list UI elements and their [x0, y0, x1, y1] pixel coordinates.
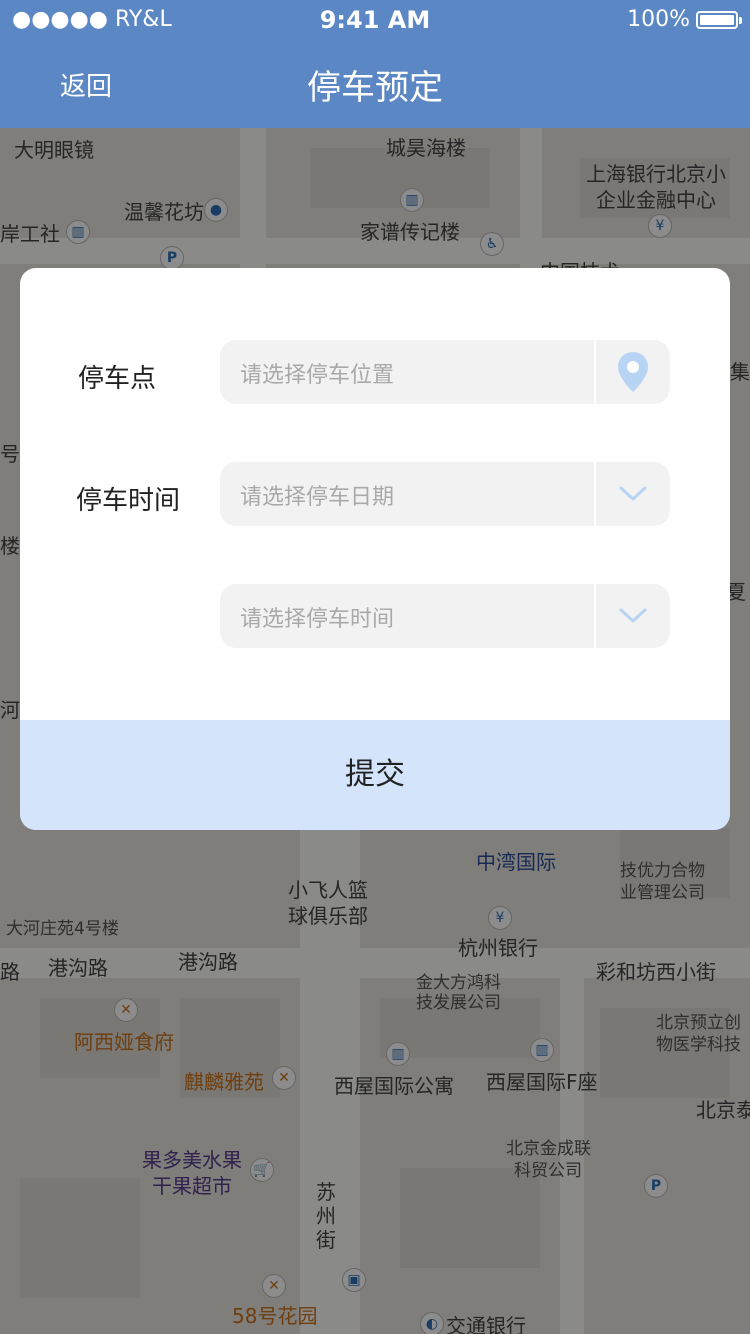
parking-time-placeholder: 请选择停车时间 — [240, 607, 395, 632]
parking-time-label: 停车时间 — [76, 486, 181, 516]
parking-spot-label: 停车点 — [78, 364, 157, 394]
status-bar: ●●●●● RY&L 9:41 AM 100% — [0, 0, 750, 40]
parking-location-placeholder: 请选择停车位置 — [240, 363, 395, 388]
parking-location-field[interactable]: 请选择停车位置 — [220, 340, 670, 404]
submit-button[interactable]: 提交 — [20, 720, 730, 830]
parking-time-field[interactable]: 请选择停车时间 — [220, 584, 670, 648]
location-pin-icon[interactable] — [596, 340, 670, 404]
chevron-down-icon[interactable] — [596, 462, 670, 526]
parking-date-placeholder: 请选择停车日期 — [240, 485, 395, 510]
battery-icon — [696, 10, 742, 29]
chevron-down-icon[interactable] — [596, 584, 670, 648]
battery-percent: 100% — [627, 7, 690, 32]
battery-indicator: 100% — [627, 7, 742, 32]
parking-date-field[interactable]: 请选择停车日期 — [220, 462, 670, 526]
parking-booking-modal: 停车点 请选择停车位置 停车时间 请选择停车日期 请选择停车时间 提交 — [20, 268, 730, 830]
page-title: 停车预定 — [307, 68, 443, 108]
nav-bar: 返回 停车预定 — [0, 40, 750, 128]
